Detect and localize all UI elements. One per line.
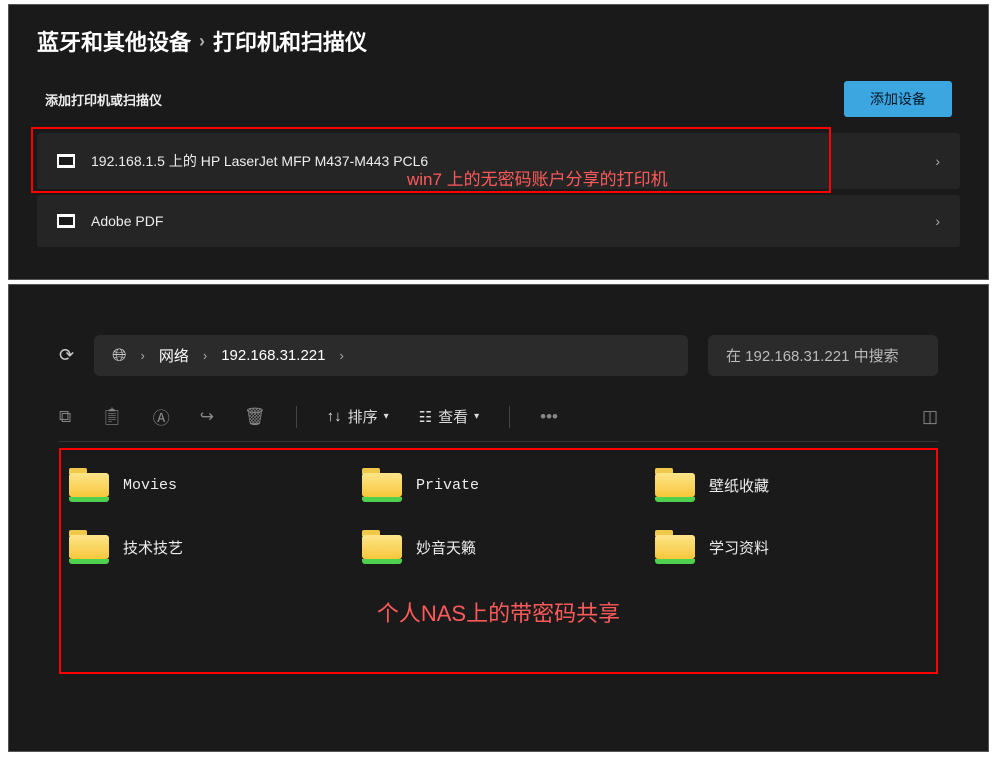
add-printer-label: 添加打印机或扫描仪 <box>45 90 162 109</box>
view-label: 查看 <box>438 406 468 427</box>
folder-icon <box>362 468 402 502</box>
chevron-down-icon: ▾ <box>474 411 479 422</box>
paste-icon[interactable]: 📋︎ <box>101 407 123 427</box>
rename-icon[interactable]: Ⓐ <box>153 404 170 429</box>
more-icon[interactable]: ••• <box>540 407 558 427</box>
share-icon[interactable]: ↪ <box>200 407 214 427</box>
toolbar-divider <box>296 406 297 428</box>
sort-icon: ↑↓ <box>327 408 342 425</box>
explorer-toolbar: ⧉ 📋︎ Ⓐ ↪ 🗑︎ ↑↓ 排序 ▾ ☷ 查看 ▾ ••• ◫ <box>59 404 938 442</box>
add-printer-section: 添加打印机或扫描仪 添加设备 <box>37 81 960 117</box>
path-segment-ip[interactable]: 192.168.31.221 <box>221 347 325 364</box>
folder-icon <box>69 468 109 502</box>
toolbar-divider <box>509 406 510 428</box>
folder-icon <box>655 468 695 502</box>
printer-device-row[interactable]: Adobe PDF › <box>37 195 960 247</box>
breadcrumb-parent[interactable]: 蓝牙和其他设备 <box>37 25 191 57</box>
explorer-panel: ⟳ 🌐︎ › 网络 › 192.168.31.221 › 在 192.168.3… <box>8 284 989 752</box>
settings-printers-panel: 蓝牙和其他设备 › 打印机和扫描仪 添加打印机或扫描仪 添加设备 192.168… <box>8 4 989 280</box>
breadcrumb-current: 打印机和扫描仪 <box>213 25 367 57</box>
sort-label: 排序 <box>348 406 378 427</box>
refresh-icon[interactable]: ⟳ <box>59 345 74 366</box>
details-pane-icon[interactable]: ◫ <box>922 407 938 427</box>
view-button[interactable]: ☷ 查看 ▾ <box>419 406 480 427</box>
copy-icon[interactable]: ⧉ <box>59 407 71 427</box>
chevron-right-icon: › <box>203 348 207 363</box>
globe-icon: 🌐︎ <box>112 345 126 366</box>
breadcrumb: 蓝牙和其他设备 › 打印机和扫描仪 <box>37 25 960 57</box>
folder-icon <box>655 530 695 564</box>
device-name: Adobe PDF <box>91 213 163 229</box>
view-icon: ☷ <box>419 408 432 426</box>
annotation-box <box>59 448 938 674</box>
chevron-right-icon: › <box>935 213 940 229</box>
printer-icon <box>57 214 75 228</box>
folder-icon <box>69 530 109 564</box>
chevron-right-icon: › <box>141 348 145 363</box>
chevron-right-icon: › <box>935 153 940 169</box>
add-device-button[interactable]: 添加设备 <box>844 81 952 117</box>
chevron-down-icon: ▾ <box>384 411 389 422</box>
path-segment-network[interactable]: 网络 <box>159 345 189 366</box>
chevron-right-icon: › <box>199 31 205 52</box>
sort-button[interactable]: ↑↓ 排序 ▾ <box>327 406 389 427</box>
chevron-right-icon: › <box>339 348 343 363</box>
folder-icon <box>362 530 402 564</box>
delete-icon[interactable]: 🗑︎ <box>244 407 266 427</box>
explorer-nav-row: ⟳ 🌐︎ › 网络 › 192.168.31.221 › 在 192.168.3… <box>59 335 938 376</box>
search-input[interactable]: 在 192.168.31.221 中搜索 <box>708 335 938 376</box>
address-bar[interactable]: 🌐︎ › 网络 › 192.168.31.221 › <box>94 335 688 376</box>
annotation-text: win7 上的无密码账户分享的打印机 <box>407 165 668 190</box>
